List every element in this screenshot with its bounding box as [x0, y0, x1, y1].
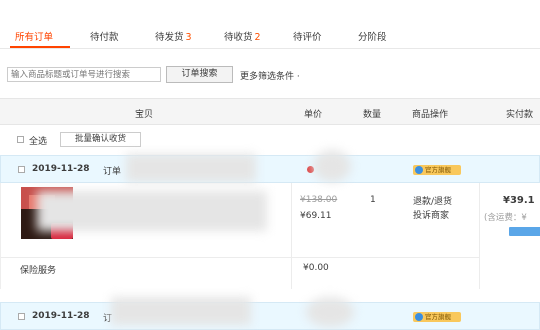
- tab-pending-payment[interactable]: 待付款: [90, 29, 119, 43]
- order-search-button[interactable]: 订单搜索: [166, 66, 233, 83]
- quantity: 1: [370, 195, 376, 205]
- insurance-label: 保险服务: [20, 266, 57, 276]
- select-all-row: 全选 批量确认收货: [0, 125, 540, 155]
- order-search-input[interactable]: [7, 67, 161, 82]
- order-status-tabs: 所有订单 待付款 待发货 3 待收货 2 待评价 分阶段: [0, 22, 540, 49]
- header-price: 单价: [304, 110, 323, 120]
- redacted-region: [126, 154, 256, 182]
- order-date: 2019-11-28: [32, 164, 90, 174]
- order-body: ¥138.00 ¥69.11 1 退款/退货 投诉商家 ¥39.1 (含运费：¥…: [0, 183, 540, 289]
- refund-return-link[interactable]: 退款/退货: [413, 195, 452, 209]
- shipping-note: (含运费：¥: [484, 213, 527, 223]
- tab-pending-review[interactable]: 待评价: [293, 29, 322, 43]
- redacted-region: [111, 297, 251, 325]
- redacted-product-title: [37, 191, 267, 231]
- more-filters-link[interactable]: 更多筛选条件 ·: [240, 69, 300, 82]
- insurance-price: ¥0.00: [303, 263, 329, 273]
- select-all-checkbox[interactable]: [17, 136, 24, 143]
- tab-pending-shipment[interactable]: 待发货 3: [155, 29, 192, 43]
- order-header: 2019-11-28 订单 官方旗舰: [0, 150, 540, 183]
- paid-total: ¥39.1: [503, 195, 535, 206]
- select-all-label: 全选: [29, 137, 48, 147]
- unit-price: ¥69.11: [300, 211, 332, 221]
- header-paid: 实付款: [506, 110, 534, 120]
- order-checkbox[interactable]: [18, 166, 25, 173]
- badge-icon: [415, 166, 423, 174]
- tab-all-orders[interactable]: 所有订单: [15, 29, 53, 43]
- order-number-label: 订单: [103, 167, 122, 177]
- header-qty: 数量: [363, 110, 382, 120]
- redacted-region: [306, 297, 354, 327]
- batch-confirm-receipt-button[interactable]: 批量确认收货: [60, 132, 141, 147]
- tab-pending-receipt[interactable]: 待收货 2: [224, 29, 261, 43]
- order-checkbox[interactable]: [18, 313, 25, 320]
- redacted-region: [313, 150, 351, 182]
- header-item: 宝贝: [135, 110, 154, 120]
- order-header: 2019-11-28 订 官方旗舰: [0, 297, 540, 330]
- official-store-badge: 官方旗舰: [413, 165, 461, 175]
- original-price: ¥138.00: [300, 195, 338, 205]
- active-tab-indicator: [10, 46, 70, 48]
- tab-count: 3: [185, 32, 192, 43]
- complain-seller-link[interactable]: 投诉商家: [413, 209, 452, 223]
- tab-installments[interactable]: 分阶段: [358, 29, 387, 43]
- item-operations: 退款/退货 投诉商家: [413, 195, 452, 223]
- table-header: 宝贝 单价 数量 商品操作 实付款: [0, 98, 540, 125]
- payment-tag: [509, 227, 540, 236]
- tab-count: 2: [254, 32, 261, 43]
- official-store-badge: 官方旗舰: [413, 312, 461, 322]
- header-ops: 商品操作: [412, 110, 449, 120]
